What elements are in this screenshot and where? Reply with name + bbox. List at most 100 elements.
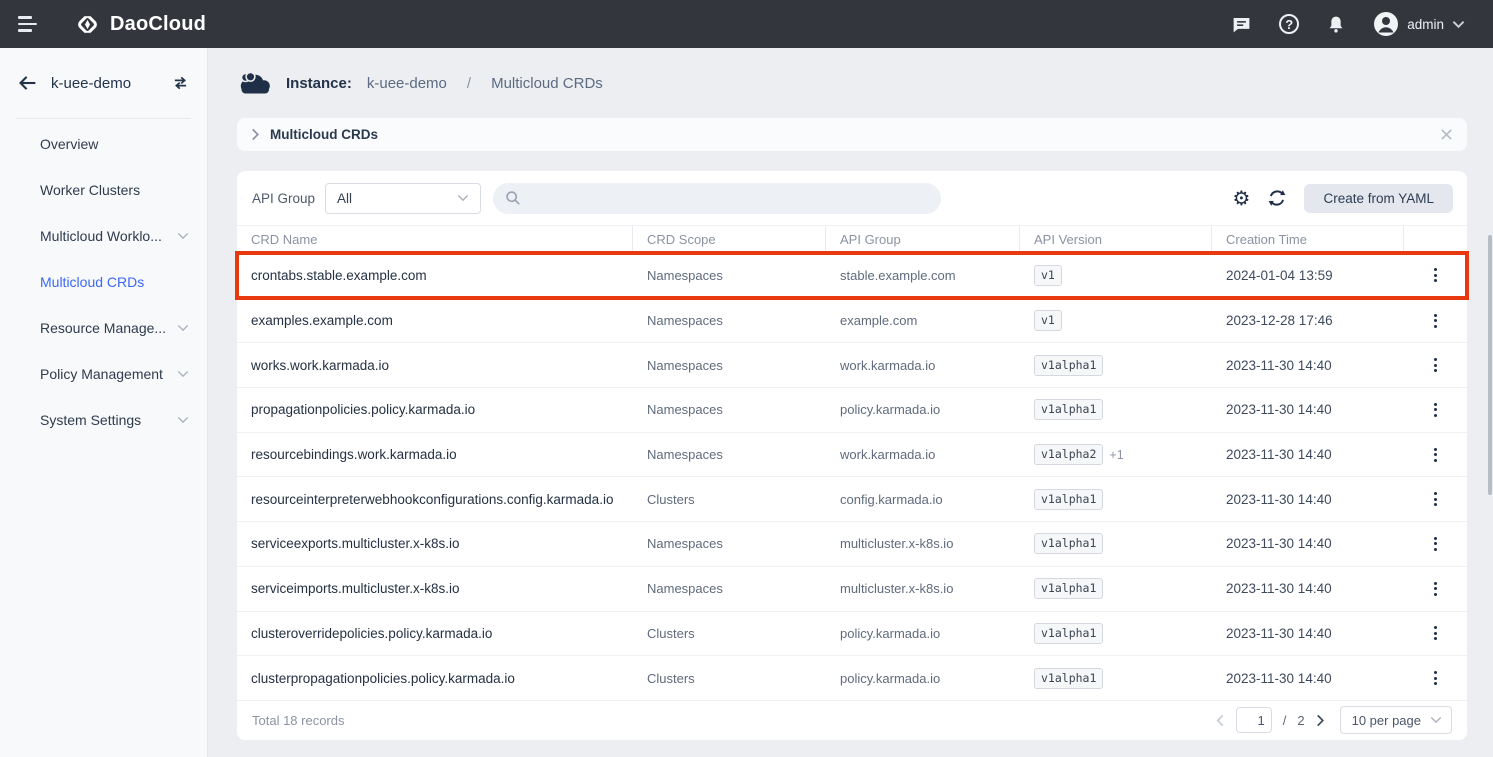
api-group-cell: config.karmada.io bbox=[826, 477, 1020, 521]
kebab-menu-icon[interactable] bbox=[1428, 531, 1443, 557]
collapsible-panel-header[interactable]: Multicloud CRDs bbox=[237, 118, 1467, 151]
kebab-menu-icon[interactable] bbox=[1428, 262, 1443, 288]
main-content: Instance: k-uee-demo / Multicloud CRDs M… bbox=[208, 48, 1493, 757]
kebab-menu-icon[interactable] bbox=[1428, 308, 1443, 334]
crd-name-cell: serviceimports.multicluster.x-k8s.io bbox=[237, 567, 633, 611]
api-group-cell: multicluster.x-k8s.io bbox=[826, 567, 1020, 611]
sidebar-item-system-settings[interactable]: System Settings bbox=[0, 397, 207, 443]
api-group-filter-select[interactable]: All bbox=[325, 183, 481, 214]
api-version-badge: v1alpha1 bbox=[1034, 623, 1103, 644]
table-footer: Total 18 records / 2 10 per page bbox=[237, 700, 1467, 740]
crd-name-cell: clusteroverridepolicies.policy.karmada.i… bbox=[237, 612, 633, 656]
hamburger-menu-icon[interactable] bbox=[18, 16, 42, 32]
page-size-select[interactable]: 10 per page bbox=[1340, 706, 1452, 734]
api-version-badge: v1alpha1 bbox=[1034, 533, 1103, 554]
actions-cell bbox=[1404, 253, 1467, 298]
actions-cell bbox=[1404, 433, 1467, 477]
table-row[interactable]: clusteroverridepolicies.policy.karmada.i… bbox=[237, 611, 1467, 656]
crd-scope-cell: Clusters bbox=[633, 656, 826, 700]
kebab-menu-icon[interactable] bbox=[1428, 576, 1443, 602]
api-group-cell: policy.karmada.io bbox=[826, 656, 1020, 700]
user-menu[interactable]: admin bbox=[1373, 11, 1465, 37]
crd-scope-cell: Clusters bbox=[633, 477, 826, 521]
crd-name-cell: propagationpolicies.policy.karmada.io bbox=[237, 388, 633, 432]
previous-page-icon[interactable] bbox=[1216, 714, 1225, 727]
table-header: CRD Name CRD Scope API Group API Version… bbox=[237, 225, 1467, 253]
creation-time-cell: 2024-01-04 13:59 bbox=[1212, 253, 1404, 298]
switch-instance-icon[interactable] bbox=[171, 74, 190, 92]
top-navigation-bar: DaoCloud ? admin bbox=[0, 0, 1493, 48]
settings-gear-icon[interactable]: ⚙ bbox=[1233, 188, 1251, 208]
api-version-badge: v1alpha1 bbox=[1034, 399, 1103, 420]
cloud-icon bbox=[237, 70, 273, 97]
api-version-cell: v1alpha1 bbox=[1020, 522, 1212, 566]
sidebar-instance-name: k-uee-demo bbox=[51, 75, 158, 92]
sidebar-item-overview[interactable]: Overview bbox=[0, 121, 207, 167]
actions-cell bbox=[1404, 522, 1467, 566]
chevron-right-icon[interactable] bbox=[251, 128, 260, 141]
close-icon[interactable] bbox=[1440, 128, 1453, 141]
table-row[interactable]: crontabs.stable.example.com Namespaces s… bbox=[237, 253, 1467, 298]
actions-cell bbox=[1404, 612, 1467, 656]
sidebar-item-multicloud-worklo[interactable]: Multicloud Worklo... bbox=[0, 213, 207, 259]
actions-cell bbox=[1404, 477, 1467, 521]
next-page-icon[interactable] bbox=[1316, 714, 1325, 727]
creation-time-cell: 2023-11-30 14:40 bbox=[1212, 567, 1404, 611]
crd-scope-cell: Namespaces bbox=[633, 343, 826, 387]
api-version-cell: v1alpha1 bbox=[1020, 567, 1212, 611]
api-group-cell: work.karmada.io bbox=[826, 433, 1020, 477]
table-row[interactable]: resourcebindings.work.karmada.io Namespa… bbox=[237, 432, 1467, 477]
kebab-menu-icon[interactable] bbox=[1428, 665, 1443, 691]
chat-icon[interactable] bbox=[1231, 14, 1252, 35]
refresh-icon[interactable] bbox=[1267, 188, 1287, 208]
creation-time-cell: 2023-11-30 14:40 bbox=[1212, 388, 1404, 432]
back-arrow-icon[interactable] bbox=[17, 74, 38, 92]
crd-scope-cell: Namespaces bbox=[633, 299, 826, 343]
chevron-down-icon bbox=[1430, 716, 1442, 724]
breadcrumb-page: Multicloud CRDs bbox=[491, 75, 603, 92]
pagination: / 2 10 per page bbox=[1216, 706, 1452, 734]
help-icon[interactable]: ? bbox=[1279, 14, 1299, 34]
search-bar[interactable] bbox=[493, 183, 941, 214]
chevron-down-icon bbox=[177, 324, 189, 332]
sidebar-item-worker-clusters[interactable]: Worker Clusters bbox=[0, 167, 207, 213]
table-row[interactable]: propagationpolicies.policy.karmada.io Na… bbox=[237, 387, 1467, 432]
sidebar-item-resource-manage[interactable]: Resource Manage... bbox=[0, 305, 207, 351]
sidebar-item-multicloud-crds[interactable]: Multicloud CRDs bbox=[0, 259, 207, 305]
kebab-menu-icon[interactable] bbox=[1428, 486, 1443, 512]
page-number-input[interactable] bbox=[1236, 707, 1272, 733]
table-row[interactable]: examples.example.com Namespaces example.… bbox=[237, 298, 1467, 343]
creation-time-cell: 2023-12-28 17:46 bbox=[1212, 299, 1404, 343]
table-row[interactable]: clusterpropagationpolicies.policy.karmad… bbox=[237, 655, 1467, 700]
kebab-menu-icon[interactable] bbox=[1428, 442, 1443, 468]
sidebar-item-label: Multicloud CRDs bbox=[40, 274, 144, 290]
table-row[interactable]: serviceexports.multicluster.x-k8s.io Nam… bbox=[237, 521, 1467, 566]
creation-time-cell: 2023-11-30 14:40 bbox=[1212, 656, 1404, 700]
kebab-menu-icon[interactable] bbox=[1428, 397, 1443, 423]
page-scrollbar[interactable] bbox=[1488, 235, 1492, 495]
kebab-menu-icon[interactable] bbox=[1428, 352, 1443, 378]
crd-name-cell: resourceinterpreterwebhookconfigurations… bbox=[237, 477, 633, 521]
actions-cell bbox=[1404, 388, 1467, 432]
brand-logo[interactable]: DaoCloud bbox=[74, 11, 206, 38]
sidebar-item-policy-management[interactable]: Policy Management bbox=[0, 351, 207, 397]
search-input[interactable] bbox=[529, 191, 929, 206]
column-header-api-version: API Version bbox=[1020, 226, 1212, 253]
kebab-menu-icon[interactable] bbox=[1428, 620, 1443, 646]
table-row[interactable]: works.work.karmada.io Namespaces work.ka… bbox=[237, 342, 1467, 387]
table-row[interactable]: serviceimports.multicluster.x-k8s.io Nam… bbox=[237, 566, 1467, 611]
create-from-yaml-button[interactable]: Create from YAML bbox=[1304, 184, 1453, 213]
crd-scope-cell: Namespaces bbox=[633, 567, 826, 611]
table-row[interactable]: resourceinterpreterwebhookconfigurations… bbox=[237, 476, 1467, 521]
api-group-cell: stable.example.com bbox=[826, 253, 1020, 298]
actions-cell bbox=[1404, 299, 1467, 343]
breadcrumb-instance[interactable]: k-uee-demo bbox=[367, 75, 447, 92]
crd-name-cell: works.work.karmada.io bbox=[237, 343, 633, 387]
api-version-badge: v1alpha1 bbox=[1034, 489, 1103, 510]
api-version-badge: v1alpha1 bbox=[1034, 355, 1103, 376]
breadcrumb-prefix: Instance: bbox=[286, 75, 352, 92]
api-group-cell: policy.karmada.io bbox=[826, 388, 1020, 432]
bell-icon[interactable] bbox=[1326, 14, 1346, 35]
sidebar-item-label: System Settings bbox=[40, 412, 141, 428]
api-version-cell: v1alpha1 bbox=[1020, 612, 1212, 656]
